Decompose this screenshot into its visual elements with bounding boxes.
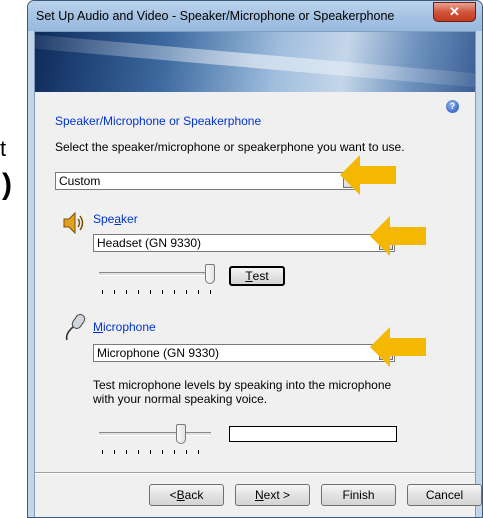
speaker-device-value: Headset (GN 9330) xyxy=(97,236,202,250)
device-preset-value: Custom xyxy=(59,174,101,188)
background-paren-fragment: ) xyxy=(2,168,12,201)
microphone-device-dropdown[interactable]: Microphone (GN 9330) xyxy=(93,344,395,362)
microphone-label: Microphone xyxy=(93,320,156,334)
test-speaker-button[interactable]: Test xyxy=(229,266,285,286)
speaker-label: Speaker xyxy=(93,212,138,226)
speaker-volume-slider[interactable] xyxy=(99,264,215,298)
dialog-client-area: ? Speaker/Microphone or Speakerphone Sel… xyxy=(34,31,482,517)
microphone-level-meter xyxy=(229,426,397,442)
close-button[interactable]: ✕ xyxy=(433,2,476,22)
annotation-arrow-icon xyxy=(340,155,396,195)
page-heading: Speaker/Microphone or Speakerphone xyxy=(55,114,262,128)
close-icon: ✕ xyxy=(449,4,460,19)
header-banner xyxy=(35,32,475,92)
title-bar[interactable]: Set Up Audio and Video - Speaker/Microph… xyxy=(28,1,482,31)
back-button[interactable]: < Back xyxy=(149,484,224,506)
microphone-level-slider[interactable] xyxy=(99,424,211,458)
microphone-level-thumb[interactable] xyxy=(176,424,186,444)
annotation-arrow-icon xyxy=(370,216,426,256)
speaker-volume-thumb[interactable] xyxy=(205,264,215,284)
microphone-device-value: Microphone (GN 9330) xyxy=(97,346,220,360)
dialog-window: Set Up Audio and Video - Speaker/Microph… xyxy=(27,0,483,518)
help-icon[interactable]: ? xyxy=(446,100,459,113)
instruction-text: Select the speaker/microphone or speaker… xyxy=(55,140,405,154)
microphone-test-instruction: Test microphone levels by speaking into … xyxy=(93,378,392,406)
microphone-icon xyxy=(65,314,86,341)
background-text-fragment: t xyxy=(0,136,7,161)
finish-button[interactable]: Finish xyxy=(321,484,396,506)
window-title: Set Up Audio and Video - Speaker/Microph… xyxy=(36,9,395,23)
device-preset-dropdown[interactable]: Custom xyxy=(55,172,359,190)
speaker-device-dropdown[interactable]: Headset (GN 9330) xyxy=(93,234,395,252)
next-button[interactable]: Next > xyxy=(235,484,310,506)
speaker-icon xyxy=(63,211,84,235)
footer-divider xyxy=(35,472,475,474)
annotation-arrow-icon xyxy=(370,327,426,367)
cancel-button[interactable]: Cancel xyxy=(407,484,482,506)
